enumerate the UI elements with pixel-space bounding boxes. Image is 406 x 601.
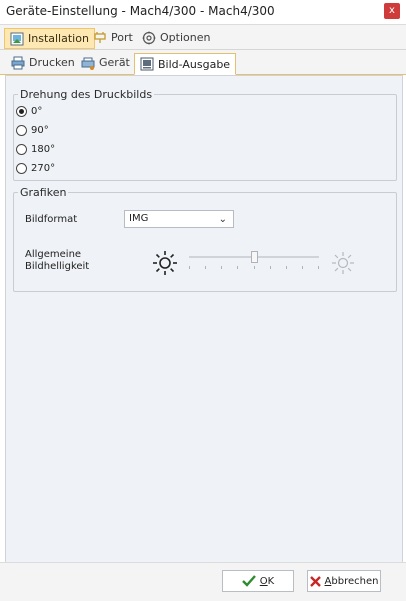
tab-bild-ausgabe[interactable]: Bild-Ausgabe bbox=[134, 53, 237, 75]
tab-bild-ausgabe-label: Bild-Ausgabe bbox=[158, 57, 231, 71]
title-bar: Geräte-Einstellung - Mach4/300 - Mach4/3… bbox=[0, 0, 406, 25]
options-icon bbox=[142, 31, 156, 44]
radio-rotation-90[interactable]: 90° bbox=[16, 125, 49, 136]
chevron-down-icon: ⌄ bbox=[218, 214, 227, 225]
graphics-group: Grafiken bbox=[13, 186, 397, 292]
radio-rotation-180[interactable]: 180° bbox=[16, 144, 55, 155]
image-format-label: Bildformat bbox=[25, 214, 78, 225]
window-title: Geräte-Einstellung - Mach4/300 - Mach4/3… bbox=[6, 4, 275, 18]
installation-icon bbox=[10, 32, 24, 45]
slider-tick bbox=[221, 266, 222, 269]
radio-rotation-0[interactable]: 0° bbox=[16, 106, 42, 117]
radio-rotation-180-label: 180° bbox=[31, 144, 56, 155]
tab-drucken-label: Drucken bbox=[29, 56, 75, 69]
tab-drucken[interactable]: Drucken bbox=[6, 53, 80, 72]
main-tab-bar: Installation Port Optionen bbox=[0, 25, 406, 50]
tab-optionen[interactable]: Optionen bbox=[137, 28, 215, 47]
slider-tick bbox=[189, 266, 190, 269]
tab-optionen-label: Optionen bbox=[160, 31, 211, 44]
sun-dark-icon bbox=[153, 251, 177, 275]
tab-port[interactable]: Port bbox=[88, 28, 138, 47]
image-format-select[interactable]: IMG ⌄ bbox=[124, 210, 234, 228]
radio-rotation-90-label: 90° bbox=[31, 125, 49, 136]
slider-tick bbox=[302, 266, 303, 269]
radio-button-checked[interactable] bbox=[16, 106, 27, 117]
dialog-footer: OK Abbrechen bbox=[0, 562, 406, 601]
ok-button[interactable]: OK bbox=[222, 570, 294, 592]
image-format-value: IMG bbox=[129, 213, 149, 224]
cancel-button-label: Abbrechen bbox=[324, 575, 379, 587]
rotation-group: Drehung des Druckbilds bbox=[13, 88, 397, 181]
cancel-button[interactable]: Abbrechen bbox=[307, 570, 381, 592]
tab-geraet[interactable]: Gerät bbox=[76, 53, 135, 72]
brightness-label-line1: Allgemeine bbox=[25, 249, 82, 260]
sun-light-icon bbox=[332, 252, 354, 274]
radio-button[interactable] bbox=[16, 163, 27, 174]
slider-tick bbox=[270, 266, 271, 269]
brightness-label-line2: Bildhelligkeit bbox=[25, 261, 90, 272]
device-icon bbox=[81, 57, 95, 70]
radio-button[interactable] bbox=[16, 125, 27, 136]
radio-rotation-270-label: 270° bbox=[31, 163, 56, 174]
cross-icon bbox=[309, 575, 321, 587]
graphics-group-title: Grafiken bbox=[20, 186, 67, 199]
printer-icon bbox=[11, 56, 25, 69]
radio-rotation-270[interactable]: 270° bbox=[16, 163, 55, 174]
slider-tick bbox=[318, 266, 319, 269]
image-output-icon bbox=[140, 57, 154, 71]
close-button[interactable]: x bbox=[384, 3, 400, 19]
slider-tick bbox=[237, 266, 238, 269]
tab-installation[interactable]: Installation bbox=[4, 28, 95, 49]
port-icon bbox=[94, 31, 106, 43]
tab-installation-label: Installation bbox=[28, 32, 89, 45]
checkmark-icon bbox=[241, 575, 256, 587]
sub-tab-bar: Drucken Gerät Bild-Ausgabe bbox=[0, 50, 406, 75]
radio-rotation-0-label: 0° bbox=[31, 106, 43, 117]
tab-port-label: Port bbox=[111, 31, 133, 44]
radio-button[interactable] bbox=[16, 144, 27, 155]
slider-tick bbox=[286, 266, 287, 269]
slider-tick bbox=[254, 266, 255, 269]
brightness-slider[interactable] bbox=[189, 251, 319, 272]
content-panel: Drehung des Druckbilds 0° 90° 180° 270° … bbox=[5, 75, 403, 563]
tab-geraet-label: Gerät bbox=[99, 56, 130, 69]
slider-tick bbox=[205, 266, 206, 269]
slider-thumb[interactable] bbox=[251, 251, 258, 263]
rotation-group-title: Drehung des Druckbilds bbox=[20, 88, 153, 101]
close-icon: x bbox=[389, 5, 395, 16]
ok-button-label: OK bbox=[259, 575, 275, 587]
